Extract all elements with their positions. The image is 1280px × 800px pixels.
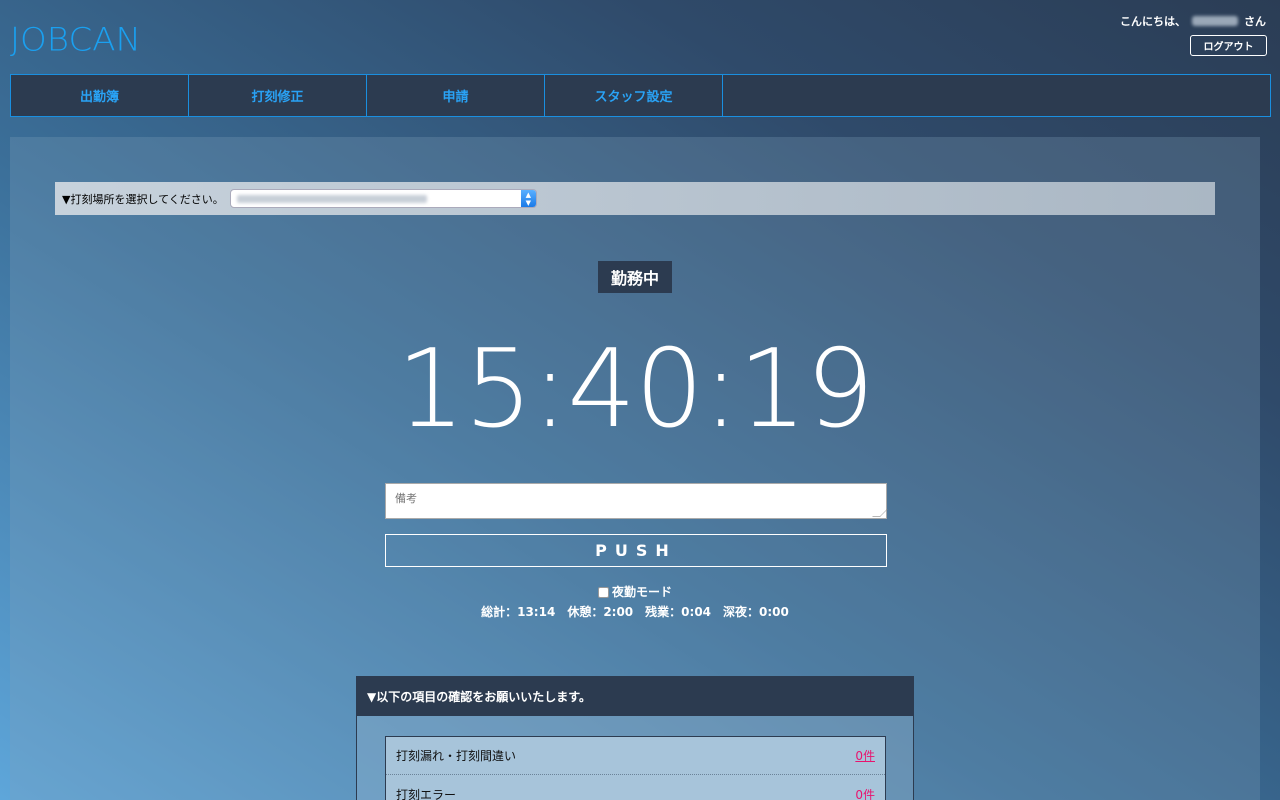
select-chevron-icon: ▲ ▼	[520, 190, 536, 207]
digital-clock: 15:40:19	[396, 327, 874, 452]
nav-item-attendance-book[interactable]: 出勤簿	[11, 75, 189, 116]
confirmation-title: ▼以下の項目の確認をお願いいたします。	[357, 677, 913, 716]
summary-overtime: 残業：0:04	[645, 605, 712, 619]
main-nav: 出勤簿 打刻修正 申請 スタッフ設定	[10, 74, 1271, 117]
summary-break: 休憩：2:00	[567, 605, 634, 619]
note-input[interactable]	[385, 483, 887, 519]
nav-empty-space	[723, 75, 1270, 116]
nav-item-requests[interactable]: 申請	[367, 75, 545, 116]
greeting-prefix: こんにちは、	[1120, 15, 1186, 28]
logout-button[interactable]: ログアウト	[1190, 35, 1267, 56]
clock-panel: ▼打刻場所を選択してください。 ▲▼ 勤務中 15:40:19 PUSH 夜勤モ…	[10, 137, 1260, 800]
night-mode-checkbox[interactable]	[597, 587, 609, 598]
night-mode-toggle[interactable]: 夜勤モード	[10, 583, 1260, 600]
night-mode-label: 夜勤モード	[611, 585, 672, 599]
row-label: 打刻漏れ・打刻間違い	[396, 749, 517, 763]
user-greeting: こんにちは、 さん	[1120, 13, 1266, 29]
push-button[interactable]: PUSH	[385, 534, 887, 567]
nav-item-clock-correction[interactable]: 打刻修正	[189, 75, 367, 116]
work-status-badge: 勤務中	[598, 261, 672, 293]
summary-total: 総計：13:14	[481, 605, 556, 619]
summary-late-night: 深夜：0:00	[723, 605, 789, 619]
confirmation-list: 打刻漏れ・打刻間違い 0件 打刻エラー 0件	[385, 736, 886, 800]
count-link[interactable]: 0件	[855, 786, 875, 800]
row-label: 打刻エラー	[396, 787, 457, 800]
time-summary: 総計：13:14 休憩：2:00 残業：0:04 深夜：0:00	[10, 603, 1260, 620]
location-bar: ▼打刻場所を選択してください。 ▲ ▼	[55, 182, 1215, 215]
location-select[interactable]: ▲ ▼	[229, 189, 537, 208]
nav-item-staff-settings[interactable]: スタッフ設定	[545, 75, 723, 116]
confirmation-box: ▼以下の項目の確認をお願いいたします。 打刻漏れ・打刻間違い 0件 打刻エラー …	[356, 676, 914, 800]
location-value-redacted	[236, 194, 427, 203]
greeting-suffix: さん	[1244, 15, 1266, 28]
list-item: 打刻エラー 0件	[386, 775, 885, 800]
count-link[interactable]: 0件	[855, 747, 875, 764]
jobcan-logo[interactable]: JOBCAN	[10, 21, 141, 59]
user-name-redacted	[1192, 16, 1238, 26]
location-label: ▼打刻場所を選択してください。	[62, 192, 224, 206]
list-item: 打刻漏れ・打刻間違い 0件	[386, 737, 885, 775]
